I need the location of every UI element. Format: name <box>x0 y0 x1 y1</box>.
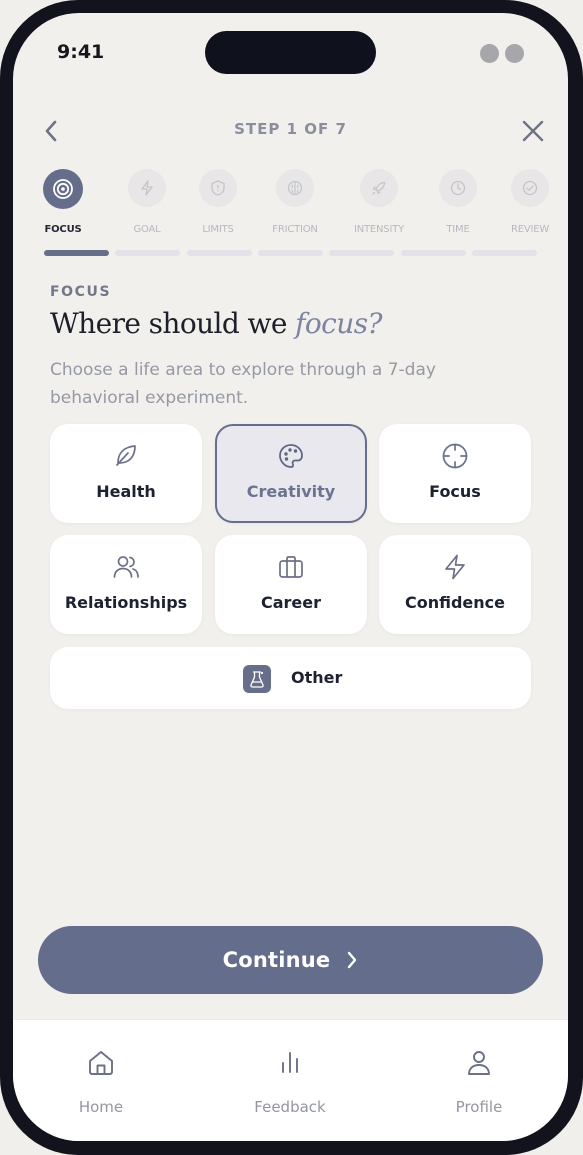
tab-bar: Home Feedback Profile <box>13 1019 568 1141</box>
progress-segment <box>472 250 537 256</box>
close-icon <box>522 120 544 142</box>
briefcase-icon <box>215 553 367 581</box>
step-goal[interactable]: GOAL <box>108 169 188 235</box>
page-title-emphasis: focus? <box>295 307 382 340</box>
progress-segment <box>401 250 466 256</box>
status-indicators <box>480 44 524 63</box>
rocket-icon <box>360 169 398 207</box>
bolt-icon <box>128 169 166 207</box>
target-icon <box>43 169 83 209</box>
progress-segment <box>115 250 180 256</box>
step-review[interactable]: REVIEW <box>491 169 568 235</box>
step-label: FRICTION <box>272 224 318 235</box>
step-friction[interactable]: FRICTION <box>256 169 336 235</box>
tab-label: Home <box>78 1098 124 1116</box>
users-icon <box>50 553 202 581</box>
page-subtitle: Choose a life area to explore through a … <box>50 360 436 408</box>
option-label: Career <box>260 593 322 612</box>
leaf-icon <box>50 442 202 468</box>
shield-icon <box>199 169 237 207</box>
palette-icon <box>217 442 365 470</box>
step-limits[interactable]: LIMITS <box>179 169 259 235</box>
home-icon <box>41 1048 161 1078</box>
clock-icon <box>439 169 477 207</box>
option-label: Focus <box>429 482 481 501</box>
tab-label: Profile <box>455 1098 503 1116</box>
page-title-plain: Where should we <box>50 307 296 340</box>
stepper: FOCUS GOAL LIMITS FRICTION INTENSITY TIM… <box>39 169 549 249</box>
tab-profile[interactable]: Profile <box>419 1020 539 1130</box>
step-label: GOAL <box>133 224 161 235</box>
bolt-icon <box>379 553 531 581</box>
step-label: REVIEW <box>510 224 550 235</box>
dynamic-island <box>205 31 376 74</box>
option-career[interactable]: Career <box>215 535 367 634</box>
step-time[interactable]: TIME <box>419 169 499 235</box>
progress-segment <box>187 250 252 256</box>
back-button[interactable] <box>37 117 65 145</box>
step-focus[interactable]: FOCUS <box>39 169 119 235</box>
step-label: LIMITS <box>202 224 234 235</box>
flask-icon <box>243 665 271 693</box>
continue-button[interactable]: Continue <box>38 926 543 994</box>
option-confidence[interactable]: Confidence <box>379 535 531 634</box>
check-circle-icon <box>511 169 549 207</box>
brain-icon <box>276 169 314 207</box>
tab-feedback[interactable]: Feedback <box>230 1020 350 1130</box>
option-health[interactable]: Health <box>50 424 202 523</box>
progress-segment <box>258 250 323 256</box>
progress-segment <box>329 250 394 256</box>
option-relationships[interactable]: Relationships <box>50 535 202 634</box>
option-focus[interactable]: Focus <box>379 424 531 523</box>
app-screen: 9:41 STEP 1 OF 7 FOCUS GOAL LIMITS FRICT… <box>13 13 568 1141</box>
step-intensity[interactable]: INTENSITY <box>340 169 420 235</box>
step-label: TIME <box>446 224 470 235</box>
tab-home[interactable]: Home <box>41 1020 161 1130</box>
step-label: FOCUS <box>44 224 82 235</box>
bar-chart-icon <box>230 1048 350 1078</box>
status-time: 9:41 <box>57 41 105 63</box>
section-eyebrow: FOCUS <box>50 284 112 300</box>
option-label: Health <box>96 482 156 501</box>
chevron-left-icon <box>45 120 57 142</box>
progress-segment-active <box>44 250 109 256</box>
option-creativity[interactable]: Creativity <box>215 424 367 523</box>
chevron-right-icon <box>348 951 357 969</box>
option-label: Confidence <box>404 593 505 612</box>
user-icon <box>419 1048 539 1078</box>
option-label: Relationships <box>64 593 188 612</box>
continue-label: Continue <box>222 948 331 972</box>
option-label: Other <box>291 668 343 687</box>
tab-label: Feedback <box>254 1098 326 1116</box>
option-label: Creativity <box>246 482 336 501</box>
phone-frame: 9:41 STEP 1 OF 7 FOCUS GOAL LIMITS FRICT… <box>0 0 583 1155</box>
step-label: INTENSITY <box>353 224 405 235</box>
page-title: Where should we focus? <box>50 307 382 340</box>
crosshair-icon <box>379 442 531 470</box>
step-progress-bars <box>44 250 538 256</box>
step-title: STEP 1 OF 7 <box>234 120 347 138</box>
close-button[interactable] <box>519 117 547 145</box>
option-other[interactable]: Other <box>50 647 531 709</box>
